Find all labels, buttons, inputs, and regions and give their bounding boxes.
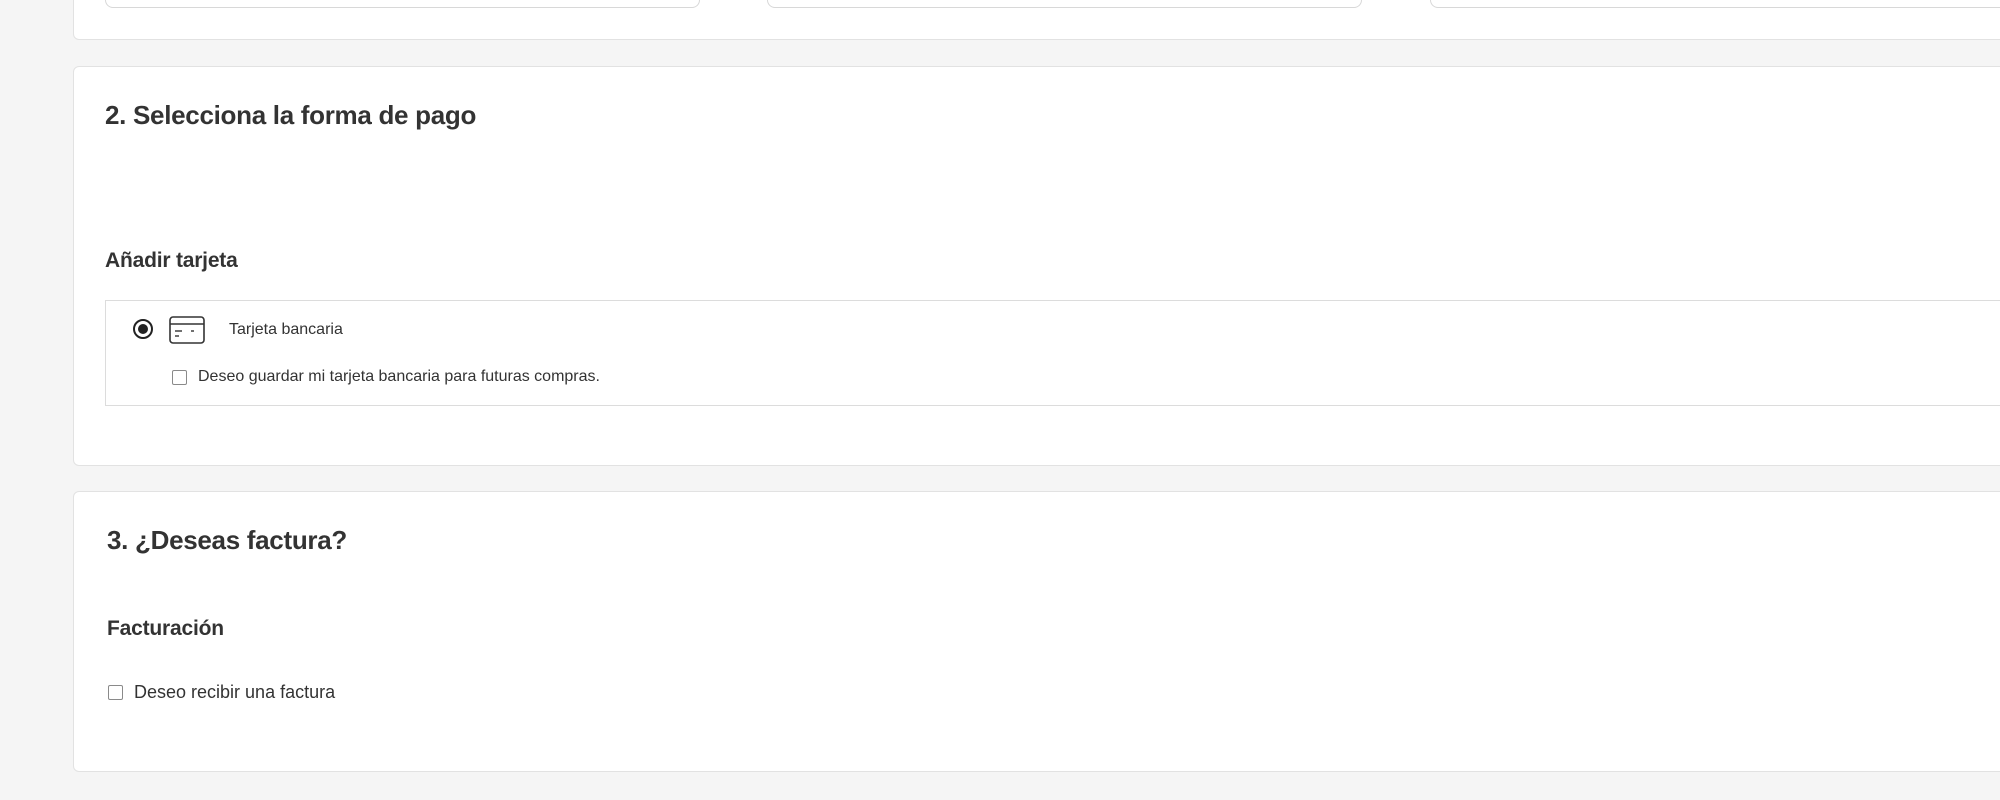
input-field-3[interactable] [1430, 0, 2000, 8]
payment-section-title: 2. Selecciona la forma de pago [105, 100, 477, 130]
input-field-2[interactable] [767, 0, 1362, 8]
billing-heading: Facturación [107, 617, 224, 640]
invoice-checkbox[interactable] [108, 685, 123, 700]
save-card-label: Deseo guardar mi tarjeta bancaria para f… [198, 368, 600, 385]
bank-card-radio[interactable] [133, 319, 153, 339]
add-card-heading: Añadir tarjeta [105, 249, 238, 272]
input-field-1[interactable] [105, 0, 700, 8]
bank-card-label: Tarjeta bancaria [229, 321, 343, 338]
checkout-page: 2. Selecciona la forma de pago Añadir ta… [0, 0, 2000, 800]
payment-method-section: 2. Selecciona la forma de pago Añadir ta… [73, 66, 2000, 466]
invoice-checkbox-label: Deseo recibir una factura [134, 682, 336, 702]
credit-card-icon [169, 316, 205, 344]
invoice-section-title: 3. ¿Deseas factura? [107, 525, 347, 555]
invoice-section: 3. ¿Deseas factura? Facturación Deseo re… [73, 491, 2000, 772]
payment-option-bank-card[interactable]: Tarjeta bancaria Deseo guardar mi tarjet… [105, 300, 2000, 406]
previous-section-card [73, 0, 2000, 40]
save-card-checkbox[interactable] [172, 370, 187, 385]
